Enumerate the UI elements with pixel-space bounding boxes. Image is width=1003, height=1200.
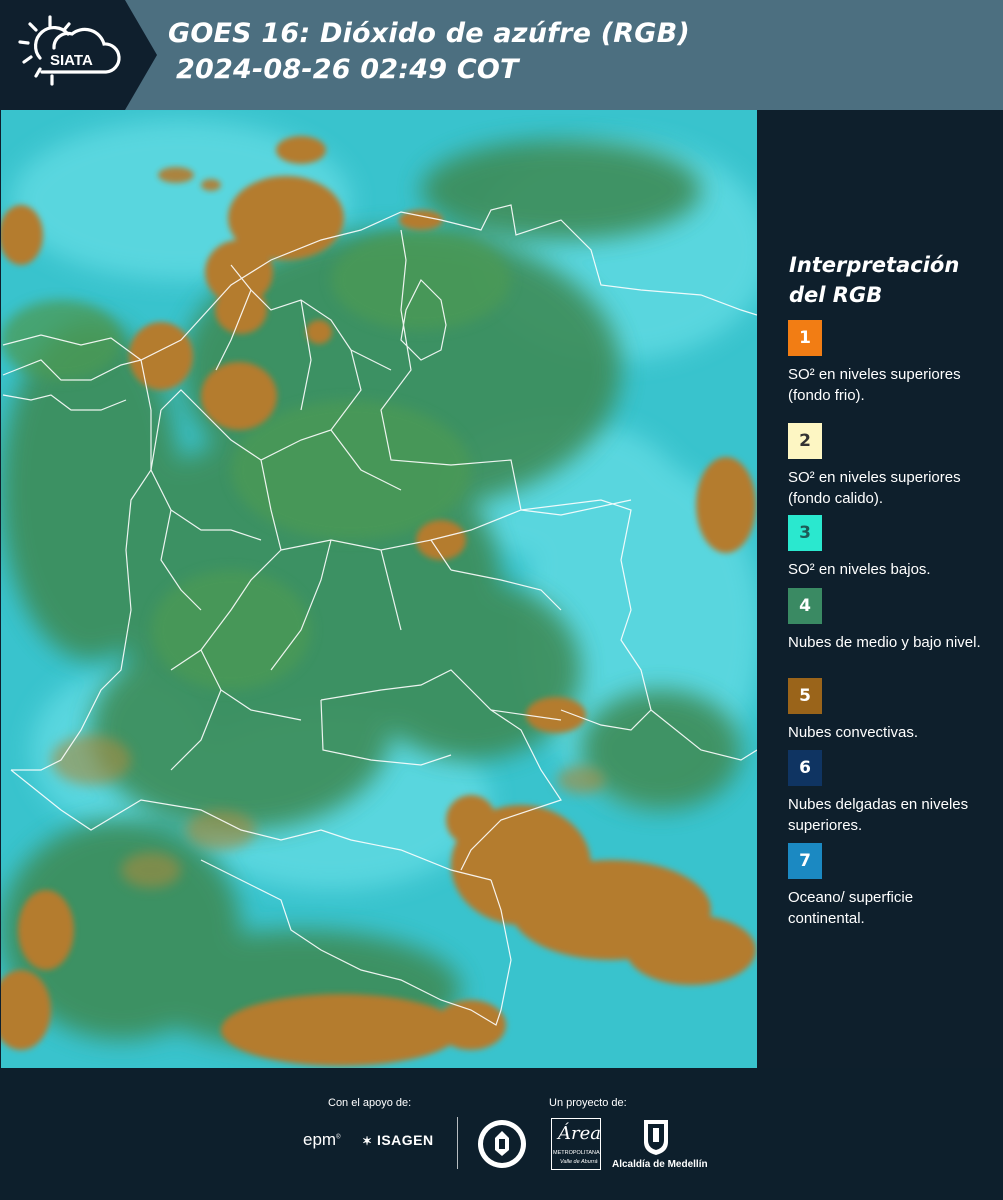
legend-title-line-2: del RGB [789, 283, 883, 307]
legend-swatch: 5 [788, 678, 822, 714]
header-bar: SIATA GOES 16: Dióxido de azúfre (RGB) 2… [0, 0, 1003, 110]
isagen-icon: ✶ [362, 1134, 373, 1148]
area-logo-sub2: Valle de Aburrá [560, 1159, 598, 1165]
logo-arrow-shape [125, 0, 157, 110]
epm-logo-text: epm [303, 1130, 337, 1149]
title-line-2: 2024-08-26 02:49 COT [176, 54, 519, 85]
page-title: GOES 16: Dióxido de azúfre (RGB) 2024-08… [168, 16, 690, 88]
legend-title-line-1: Interpretación [789, 253, 960, 277]
legend-swatch: 7 [788, 843, 822, 879]
title-line-1: GOES 16: Dióxido de azúfre (RGB) [168, 18, 690, 49]
legend-label: SO² en niveles superiores (fondo frio). [788, 366, 961, 404]
legend-swatch: 3 [788, 515, 822, 551]
legend-label: SO² en niveles bajos. [788, 561, 931, 578]
satellite-map-image [1, 110, 757, 1068]
legend-label: Nubes convectivas. [788, 724, 919, 741]
legend-swatch: 2 [788, 423, 822, 459]
legend-swatch: 1 [788, 320, 822, 356]
isagen-logo: ✶ ISAGEN [362, 1132, 434, 1148]
footer-divider [457, 1117, 458, 1169]
support-label: Con el apoyo de: [328, 1097, 412, 1109]
siata-logo: SIATA [0, 0, 125, 110]
legend-label: Nubes de medio y bajo nivel. [788, 634, 981, 651]
legend-swatch: 6 [788, 750, 822, 786]
legend-swatch: 4 [788, 588, 822, 624]
project-label: Un proyecto de: [549, 1097, 627, 1109]
alcaldia-logo-text: Alcaldía de Medellín [612, 1159, 708, 1170]
legend-label: Oceano/ superficie continental. [788, 889, 914, 927]
legend-label: Nubes delgadas en niveles superiores. [788, 796, 969, 834]
area-logo-name: Área [558, 1123, 601, 1144]
isagen-logo-text: ISAGEN [376, 1132, 434, 1148]
legend-panel: Interpretación del RGB 1 SO² en niveles s… [757, 110, 1003, 1068]
medellin-seal-icon [478, 1120, 526, 1168]
area-metropolitana-logo: Área METROPOLITANA Valle de Aburrá [551, 1118, 601, 1170]
satellite-map [1, 110, 757, 1068]
legend-title: Interpretación del RGB [789, 250, 959, 310]
alcaldia-shield-icon [644, 1120, 668, 1155]
logo-text: SIATA [50, 52, 93, 69]
epm-logo: epm® [303, 1130, 341, 1149]
legend-label: SO² en niveles superiores (fondo calido)… [788, 469, 961, 507]
area-logo-sub1: METROPOLITANA [553, 1150, 600, 1156]
sun-cloud-icon: SIATA [18, 15, 121, 86]
